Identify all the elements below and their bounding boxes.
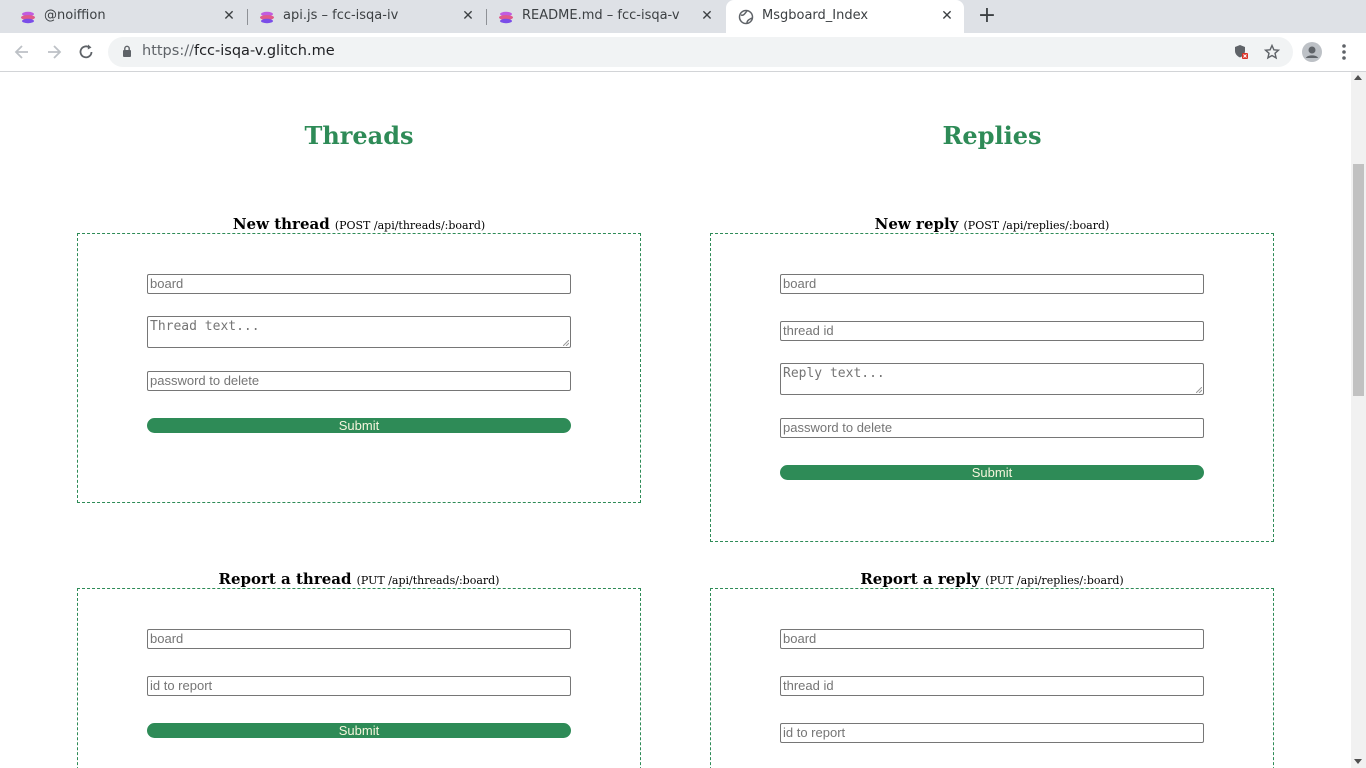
report-thread-form: board id to report Submit: [77, 588, 641, 768]
report-thread-label: Report a thread: [218, 570, 352, 588]
thread-text-placeholder: Thread text...: [150, 319, 260, 334]
new-thread-submit-button[interactable]: Submit: [147, 418, 571, 433]
thread-id-input[interactable]: thread id: [780, 676, 1204, 696]
tab-noiffion[interactable]: @noiffion ✕: [0, 0, 246, 33]
page-scrollbar[interactable]: [1351, 72, 1366, 768]
board-input[interactable]: board: [780, 274, 1204, 294]
globe-icon: [738, 9, 754, 25]
url-scheme: https://: [142, 43, 194, 59]
scroll-up-arrow-icon[interactable]: [1354, 75, 1362, 80]
scrollbar-thumb[interactable]: [1353, 164, 1364, 396]
report-id-input[interactable]: id to report: [780, 723, 1204, 743]
tab-readme[interactable]: README.md – fcc-isqa-v ✕: [478, 0, 724, 33]
close-tab-icon[interactable]: ✕: [221, 8, 237, 24]
new-thread-route: (POST /api/threads/:board): [334, 219, 486, 232]
tab-title: api.js – fcc-isqa-iv: [283, 8, 399, 23]
replies-heading: Replies: [942, 121, 1042, 150]
glitch-icon: [499, 11, 513, 24]
glitch-icon: [260, 11, 274, 24]
board-input[interactable]: board: [780, 629, 1204, 649]
new-thread-form: board Thread text... password to delete …: [77, 233, 641, 503]
glitch-icon: [21, 11, 35, 24]
report-id-input[interactable]: id to report: [147, 676, 571, 696]
scroll-down-arrow-icon[interactable]: [1354, 759, 1362, 764]
thread-text-textarea[interactable]: Thread text...: [147, 316, 571, 348]
new-reply-label: New reply: [874, 215, 959, 233]
kebab-menu-icon[interactable]: [1336, 42, 1352, 62]
report-thread-route: (PUT /api/threads/:board): [356, 574, 500, 587]
threads-heading: Threads: [304, 121, 414, 150]
page-content: Threads Replies New thread (POST /api/th…: [0, 72, 1351, 768]
delete-password-input[interactable]: password to delete: [147, 371, 571, 391]
report-thread-submit-button[interactable]: Submit: [147, 723, 571, 738]
close-tab-icon[interactable]: ✕: [939, 8, 955, 24]
tab-title: @noiffion: [44, 8, 106, 23]
board-input[interactable]: board: [147, 629, 571, 649]
tab-title: Msgboard_Index: [762, 8, 869, 23]
reply-text-placeholder: Reply text...: [783, 366, 885, 381]
close-tab-icon[interactable]: ✕: [460, 8, 476, 24]
lock-icon: [123, 45, 131, 57]
report-reply-label: Report a reply: [860, 570, 981, 588]
url-text: https://fcc-isqa-v.glitch.me: [142, 43, 335, 59]
profile-avatar-icon[interactable]: [1302, 42, 1322, 62]
url-host: fcc-isqa-v.glitch.me: [193, 43, 335, 59]
report-thread-title: Report a thread (PUT /api/threads/:board…: [77, 569, 641, 588]
new-thread-label: New thread: [232, 215, 330, 233]
tab-msgboard-index[interactable]: Msgboard_Index ✕: [726, 0, 964, 33]
reload-icon[interactable]: [76, 42, 96, 62]
report-reply-route: (PUT /api/replies/:board): [985, 574, 1124, 587]
new-thread-title: New thread (POST /api/threads/:board): [77, 214, 641, 233]
browser-toolbar: https://fcc-isqa-v.glitch.me: [0, 33, 1366, 72]
tab-strip: @noiffion ✕ api.js – fcc-isqa-iv ✕ READM…: [0, 0, 1366, 33]
tab-title: README.md – fcc-isqa-v: [522, 8, 680, 23]
cookie-blocked-icon[interactable]: [1233, 44, 1249, 60]
address-bar[interactable]: https://fcc-isqa-v.glitch.me: [108, 37, 1293, 67]
new-reply-title: New reply (POST /api/replies/:board): [710, 214, 1274, 233]
close-tab-icon[interactable]: ✕: [699, 8, 715, 24]
new-reply-route: (POST /api/replies/:board): [963, 219, 1110, 232]
back-arrow-icon[interactable]: [12, 42, 32, 62]
new-tab-plus-icon[interactable]: +: [976, 5, 998, 28]
resize-grip-icon[interactable]: [563, 340, 569, 346]
board-input[interactable]: board: [147, 274, 571, 294]
report-reply-form: board thread id id to report: [710, 588, 1274, 768]
forward-arrow-icon[interactable]: [44, 42, 64, 62]
new-reply-form: board thread id Reply text... password t…: [710, 233, 1274, 542]
new-reply-submit-button[interactable]: Submit: [780, 465, 1204, 480]
resize-grip-icon[interactable]: [1196, 387, 1202, 393]
delete-password-input[interactable]: password to delete: [780, 418, 1204, 438]
tab-api-js[interactable]: api.js – fcc-isqa-iv ✕: [239, 0, 485, 33]
bookmark-star-icon[interactable]: [1264, 44, 1280, 60]
thread-id-input[interactable]: thread id: [780, 321, 1204, 341]
reply-text-textarea[interactable]: Reply text...: [780, 363, 1204, 395]
report-reply-title: Report a reply (PUT /api/replies/:board): [710, 569, 1274, 588]
